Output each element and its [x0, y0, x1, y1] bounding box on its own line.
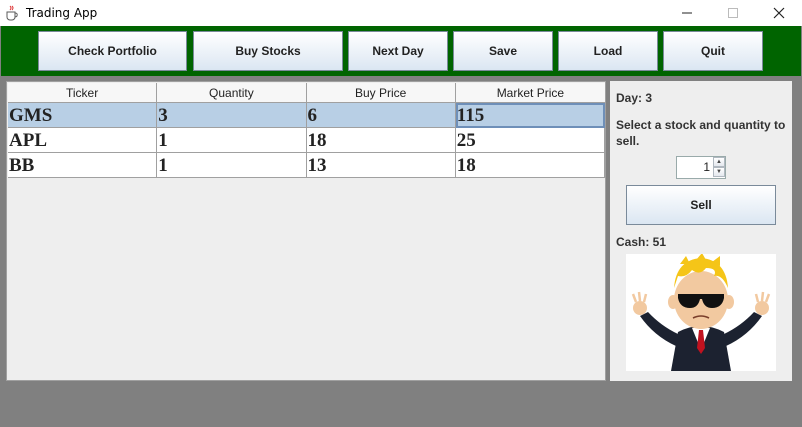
cell-market-price[interactable]: 18 [456, 153, 605, 178]
cash-label: Cash: 51 [616, 235, 667, 249]
column-header-quantity[interactable]: Quantity [157, 83, 307, 103]
toolbar: Check Portfolio Buy Stocks Next Day Save… [1, 26, 801, 76]
table-row[interactable]: GMS 3 6 115 [8, 103, 605, 128]
cell-market-price[interactable]: 25 [456, 128, 605, 153]
sell-panel: Day: 3 Select a stock and quantity to se… [610, 81, 792, 381]
java-cup-icon [6, 5, 18, 21]
cell-ticker[interactable]: APL [8, 128, 158, 153]
maximize-icon [728, 8, 738, 18]
cell-ticker[interactable]: BB [8, 153, 158, 178]
cell-buy-price[interactable]: 6 [307, 103, 456, 128]
cell-ticker[interactable]: GMS [8, 103, 158, 128]
minimize-button[interactable] [664, 0, 710, 26]
close-icon [773, 7, 785, 19]
quantity-value[interactable]: 1 [677, 157, 713, 178]
sell-instruction: Select a stock and quantity to sell. [616, 118, 786, 148]
table-row[interactable]: BB 1 13 18 [8, 153, 605, 178]
buy-stocks-button[interactable]: Buy Stocks [193, 31, 343, 71]
column-header-ticker[interactable]: Ticker [8, 83, 158, 103]
cell-buy-price[interactable]: 13 [307, 153, 456, 178]
close-button[interactable] [756, 0, 802, 26]
column-header-buy-price[interactable]: Buy Price [307, 83, 456, 103]
stonks-man-mascot-icon [626, 253, 776, 371]
quit-button[interactable]: Quit [663, 31, 763, 71]
table-body: GMS 3 6 115 APL 1 18 25 BB 1 13 18 [8, 103, 605, 178]
mascot-illustration [631, 253, 771, 371]
quantity-spinner[interactable]: 1 ▲ ▼ [676, 156, 726, 179]
column-header-market-price[interactable]: Market Price [456, 83, 605, 103]
title-bar: Trading App [0, 0, 802, 26]
cell-quantity[interactable]: 1 [157, 128, 307, 153]
window-title: Trading App [26, 6, 98, 20]
spinner-up-button[interactable]: ▲ [713, 157, 725, 167]
sell-button[interactable]: Sell [626, 185, 776, 225]
cell-quantity[interactable]: 1 [157, 153, 307, 178]
table-header: Ticker Quantity Buy Price Market Price [8, 83, 605, 103]
day-label: Day: 3 [616, 91, 653, 105]
check-portfolio-button[interactable]: Check Portfolio [38, 31, 187, 71]
cell-market-price[interactable]: 115 [455, 103, 605, 128]
cell-buy-price[interactable]: 18 [307, 128, 456, 153]
next-day-button[interactable]: Next Day [348, 31, 448, 71]
save-button[interactable]: Save [453, 31, 553, 71]
maximize-button[interactable] [710, 0, 756, 26]
spinner-down-button[interactable]: ▼ [713, 167, 725, 177]
cell-quantity[interactable]: 3 [157, 103, 307, 128]
minimize-icon [682, 12, 692, 14]
portfolio-table[interactable]: Ticker Quantity Buy Price Market Price G… [6, 81, 606, 381]
table-row[interactable]: APL 1 18 25 [8, 128, 605, 153]
load-button[interactable]: Load [558, 31, 658, 71]
